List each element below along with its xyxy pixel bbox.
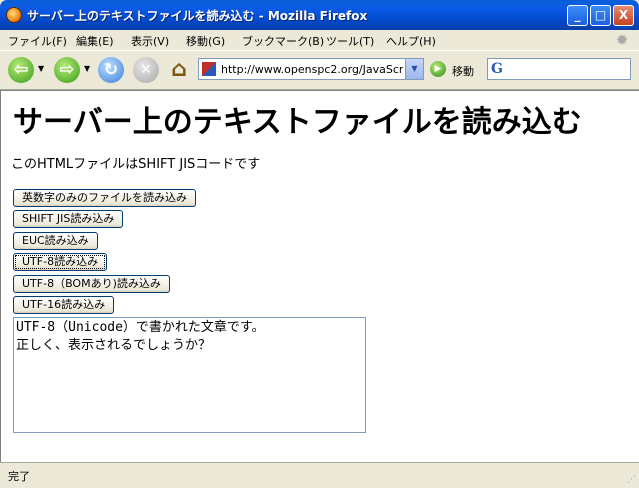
- menu-bar: ファイル(F) 編集(E) 表示(V) 移動(G) ブックマーク(B) ツール(…: [0, 30, 639, 50]
- url-dropdown-icon[interactable]: ▼: [405, 59, 423, 79]
- menu-go[interactable]: 移動(G): [186, 33, 225, 49]
- home-button[interactable]: ⌂: [166, 57, 192, 83]
- minimize-button[interactable]: _: [567, 5, 588, 26]
- back-history-dropdown-icon[interactable]: ▼: [38, 64, 44, 73]
- close-button[interactable]: X: [613, 5, 634, 26]
- load-euc-button[interactable]: EUC読み込み: [13, 232, 98, 250]
- title-bar: サーバー上のテキストファイルを読み込む - Mozilla Firefox _ …: [0, 0, 639, 30]
- page-description: このHTMLファイルはSHIFT JISコードです: [11, 157, 261, 172]
- load-utf8-bom-button[interactable]: UTF-8（BOMあり)読み込み: [13, 275, 170, 293]
- url-bar[interactable]: http://www.openspc2.org/JavaScri ▼: [198, 58, 424, 80]
- menu-help[interactable]: ヘルプ(H): [386, 33, 436, 49]
- status-text: 完了: [8, 470, 30, 483]
- menu-bookmarks[interactable]: ブックマーク(B): [242, 33, 324, 49]
- stop-button[interactable]: ✕: [133, 57, 159, 83]
- maximize-button[interactable]: □: [590, 5, 611, 26]
- load-utf16-button[interactable]: UTF-16読み込み: [13, 296, 115, 314]
- menu-view[interactable]: 表示(V): [131, 33, 169, 49]
- page-content: サーバー上のテキストファイルを読み込む このHTMLファイルはSHIFT JIS…: [0, 90, 639, 462]
- back-button[interactable]: ⇦: [8, 57, 34, 83]
- url-text[interactable]: http://www.openspc2.org/JavaScri: [221, 63, 403, 76]
- window-title: サーバー上のテキストファイルを読み込む - Mozilla Firefox: [27, 9, 368, 23]
- forward-button[interactable]: ⇨: [54, 57, 80, 83]
- forward-history-dropdown-icon[interactable]: ▼: [84, 64, 90, 73]
- menu-file[interactable]: ファイル(F): [8, 33, 67, 49]
- menu-edit[interactable]: 編集(E): [76, 33, 114, 49]
- status-bar: 完了 ⋰: [0, 462, 639, 488]
- throbber-icon: ✹: [615, 31, 629, 49]
- google-search-icon[interactable]: G: [491, 61, 503, 77]
- go-button-label[interactable]: 移動: [452, 63, 474, 79]
- search-box[interactable]: G: [487, 58, 631, 80]
- result-textarea[interactable]: UTF-8（Unicode）で書かれた文章です。 正しく、表示されるでしょうか？: [13, 317, 366, 433]
- page-heading: サーバー上のテキストファイルを読み込む: [13, 105, 582, 140]
- resize-grip-icon[interactable]: ⋰: [627, 475, 636, 485]
- load-shift-jis-button[interactable]: SHIFT JIS読み込み: [13, 210, 124, 228]
- firefox-logo-icon: [6, 7, 22, 23]
- load-utf8-button[interactable]: UTF-8読み込み: [13, 253, 108, 271]
- menu-tools[interactable]: ツール(T): [326, 33, 374, 49]
- go-arrow-icon[interactable]: ▶: [430, 61, 446, 77]
- site-favicon-icon: [202, 62, 216, 76]
- reload-button[interactable]: ↻: [98, 57, 124, 83]
- load-ascii-button[interactable]: 英数字のみのファイルを読み込み: [13, 189, 196, 207]
